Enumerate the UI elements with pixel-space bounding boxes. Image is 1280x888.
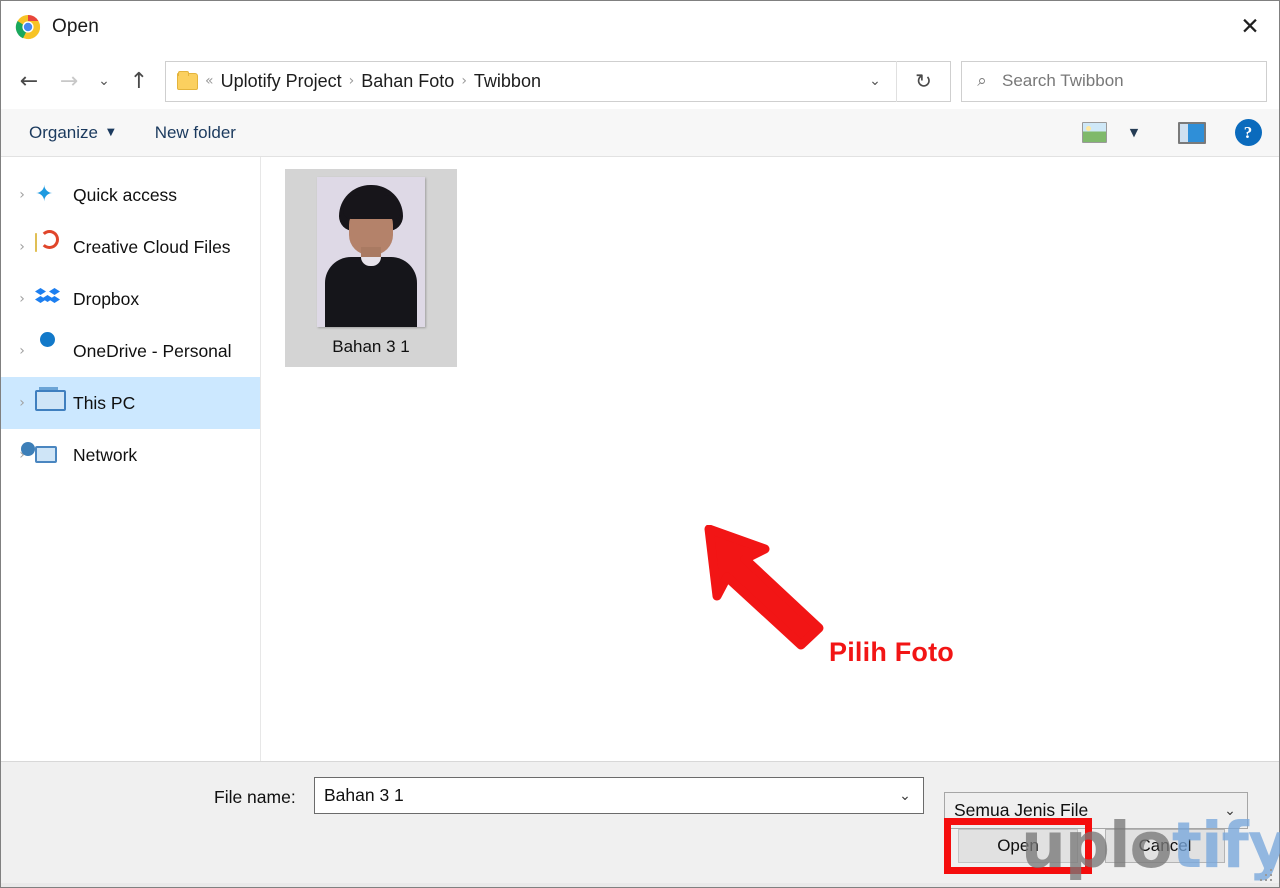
sidebar-item-onedrive-personal[interactable]: › OneDrive - Personal — [1, 325, 260, 377]
search-input[interactable]: ⌕ Search Twibbon — [961, 60, 1267, 102]
breadcrumb-item-1[interactable]: Bahan Foto — [361, 71, 454, 92]
sidebar-item-this-pc[interactable]: › This PC — [1, 377, 260, 429]
chevron-down-icon[interactable]: ⌄ — [887, 788, 923, 804]
quick-access-star-icon: ✦ — [35, 182, 54, 207]
chevron-down-icon[interactable]: ⌄ — [854, 62, 896, 101]
command-bar: Organize ▼ New folder ▼ ? — [1, 109, 1279, 157]
breadcrumb-item-2[interactable]: Twibbon — [474, 71, 541, 92]
preview-pane-icon[interactable] — [1077, 118, 1111, 148]
file-list[interactable]: Bahan 3 1 Pilih Foto — [261, 157, 1279, 761]
dropbox-icon — [35, 286, 65, 312]
layout-pane-icon[interactable] — [1175, 118, 1209, 148]
sidebar-item-label: Creative Cloud Files — [73, 236, 231, 257]
dialog-body: › ✦ Quick access › Creative Cloud Files … — [1, 157, 1279, 761]
this-pc-monitor-icon — [35, 390, 65, 416]
creative-cloud-icon — [35, 233, 65, 260]
navigation-pane: › ✦ Quick access › Creative Cloud Files … — [1, 157, 261, 761]
file-name-value: Bahan 3 1 — [324, 785, 404, 805]
back-button[interactable]: ← — [9, 61, 49, 101]
sidebar-item-dropbox[interactable]: › Dropbox — [1, 273, 260, 325]
view-options-caret-icon[interactable]: ▼ — [1117, 118, 1151, 148]
new-folder-button[interactable]: New folder — [147, 117, 244, 149]
chevron-down-icon: ▼ — [106, 127, 115, 138]
file-name-label: Bahan 3 1 — [332, 337, 410, 356]
recent-locations-button[interactable]: ⌄ — [89, 61, 119, 101]
chevron-right-icon[interactable]: › — [9, 187, 35, 203]
file-name-row: File name: Bahan 3 1 ⌄ Semua Jenis File … — [1, 777, 1279, 829]
chevron-right-icon[interactable]: › — [9, 239, 35, 255]
sidebar-item-network[interactable]: › Network — [1, 429, 260, 481]
resize-grip[interactable] — [1260, 869, 1275, 884]
chevron-right-icon[interactable]: › — [9, 343, 35, 359]
sidebar-item-label: Quick access — [73, 184, 178, 205]
annotation-arrow-icon — [701, 524, 871, 655]
organize-label: Organize — [29, 122, 98, 142]
network-icon — [35, 442, 65, 468]
file-name-label-static: File name: — [214, 787, 296, 807]
title-bar: Open ✕ — [1, 1, 1279, 53]
sidebar-item-creative-cloud-files[interactable]: › Creative Cloud Files — [1, 221, 260, 273]
up-button[interactable]: ↑ — [119, 61, 159, 101]
address-bar[interactable]: « Uplotify Project › Bahan Foto › Twibbo… — [165, 60, 951, 102]
portrait-photo-thumbnail — [317, 177, 425, 327]
sidebar-item-quick-access[interactable]: › ✦ Quick access — [1, 169, 260, 221]
file-name-input[interactable]: Bahan 3 1 ⌄ — [314, 777, 924, 814]
chevron-down-icon: ⌄ — [1224, 802, 1236, 819]
open-file-dialog: Open ✕ ← → ⌄ ↑ « Uplotify Project › Baha… — [0, 0, 1280, 888]
chevron-right-icon[interactable]: › — [9, 291, 35, 307]
breadcrumb-overflow[interactable]: « — [198, 73, 221, 89]
breadcrumb-separator: › — [348, 73, 355, 89]
open-button[interactable]: Open — [958, 829, 1078, 863]
breadcrumb[interactable]: « Uplotify Project › Bahan Foto › Twibbo… — [166, 62, 854, 101]
folder-icon — [177, 70, 198, 90]
file-list-item[interactable]: Bahan 3 1 — [285, 169, 457, 367]
annotation-label: Pilih Foto — [829, 637, 954, 667]
onedrive-cloud-icon — [35, 338, 65, 364]
breadcrumb-item-0[interactable]: Uplotify Project — [221, 71, 342, 92]
chevron-right-icon[interactable]: › — [9, 395, 35, 411]
organize-button[interactable]: Organize ▼ — [21, 117, 123, 149]
footer-edge — [1, 883, 1279, 887]
refresh-icon[interactable]: ↻ — [896, 60, 950, 102]
navigation-bar: ← → ⌄ ↑ « Uplotify Project › Bahan Foto … — [1, 53, 1279, 109]
cancel-button[interactable]: Cancel — [1105, 829, 1225, 863]
window-title: Open — [52, 16, 99, 37]
sidebar-item-label: Dropbox — [73, 288, 140, 309]
help-icon[interactable]: ? — [1231, 118, 1265, 148]
sidebar-item-label: Network — [73, 444, 138, 465]
chrome-logo-icon — [15, 14, 41, 40]
breadcrumb-separator: › — [461, 73, 467, 89]
sidebar-item-label: OneDrive - Personal — [73, 340, 232, 361]
search-placeholder: Search Twibbon — [1002, 71, 1124, 90]
forward-button[interactable]: → — [49, 61, 89, 101]
search-icon: ⌕ — [977, 71, 987, 91]
sidebar-item-label: This PC — [73, 392, 136, 413]
close-icon[interactable]: ✕ — [1221, 1, 1279, 52]
